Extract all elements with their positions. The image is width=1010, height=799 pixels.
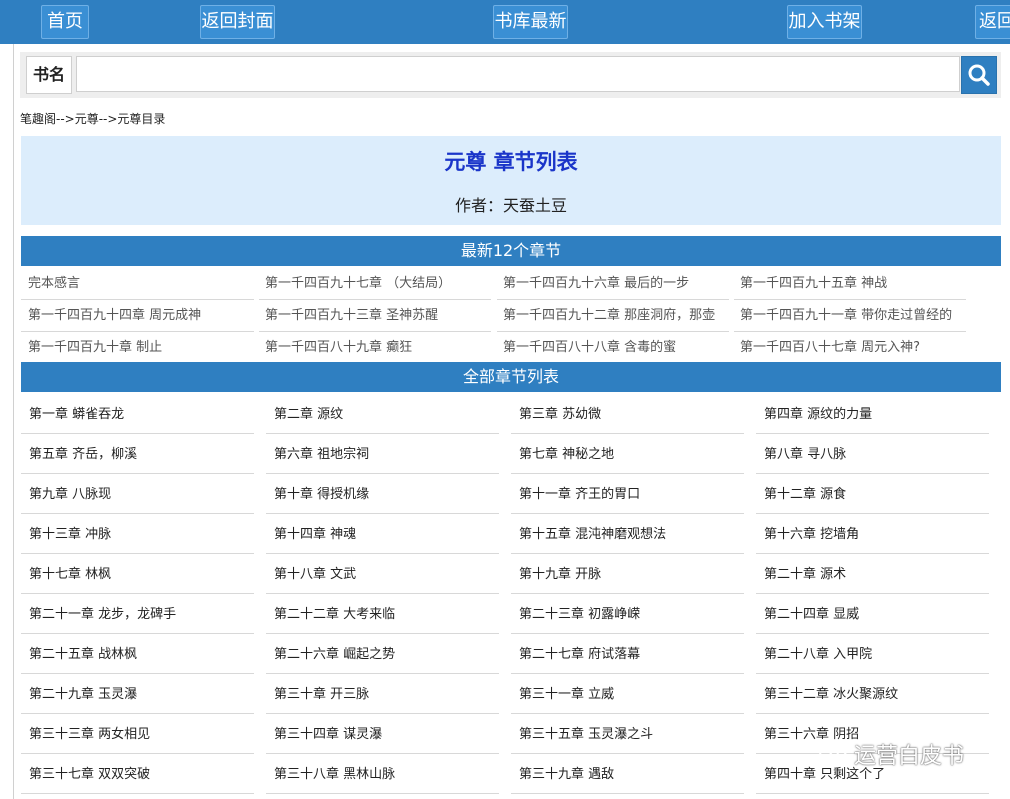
breadcrumb: 笔趣阁-->元尊-->元尊目录 — [20, 112, 166, 126]
chapter-link[interactable]: 第二十一章 龙步，龙碑手 — [21, 595, 254, 634]
chapter-link[interactable]: 第三十九章 遇敌 — [511, 755, 744, 794]
latest-chapter-link[interactable]: 第一千四百九十七章 （大结局） — [259, 268, 491, 300]
page-left-border — [13, 44, 14, 799]
chapter-link[interactable]: 第二十九章 玉灵瀑 — [21, 675, 254, 714]
chapter-link[interactable]: 第十三章 冲脉 — [21, 515, 254, 554]
chapter-link[interactable]: 第二十章 源术 — [756, 555, 989, 594]
latest-chapter-link[interactable]: 完本感言 — [21, 268, 254, 300]
watermark: 运营白皮书 — [818, 738, 964, 770]
nav-home-button[interactable]: 首页 — [41, 5, 89, 39]
latest-chapter-link[interactable]: 第一千四百九十二章 那座洞府，那壶 — [497, 300, 729, 332]
chapter-link[interactable]: 第十五章 混沌神磨观想法 — [511, 515, 744, 554]
chapter-link[interactable]: 第五章 齐岳，柳溪 — [21, 435, 254, 474]
search-button[interactable] — [961, 56, 997, 94]
chapter-link[interactable]: 第三章 苏幼微 — [511, 395, 744, 434]
chapter-link[interactable]: 第三十四章 谋灵瀑 — [266, 715, 499, 754]
latest-chapter-link[interactable]: 第一千四百九十六章 最后的一步 — [497, 268, 729, 300]
chapter-link[interactable]: 第二十六章 崛起之势 — [266, 635, 499, 674]
book-title: 元尊 章节列表 — [444, 150, 578, 174]
chapter-link[interactable]: 第二十三章 初露峥嵘 — [511, 595, 744, 634]
chapter-link[interactable]: 第十一章 齐王的胃口 — [511, 475, 744, 514]
chapter-link[interactable]: 第二十五章 战林枫 — [21, 635, 254, 674]
wechat-icon — [819, 744, 847, 763]
nav-back-button[interactable]: 返回 — [975, 5, 1010, 39]
book-author: 作者：天蚕土豆 — [454, 196, 567, 215]
chapter-link[interactable]: 第三十三章 两女相见 — [21, 715, 254, 754]
latest-chapter-link[interactable]: 第一千四百九十三章 圣神苏醒 — [259, 300, 491, 332]
chapter-link[interactable]: 第八章 寻八脉 — [756, 435, 989, 474]
latest-chapter-link[interactable]: 第一千四百八十八章 含毒的蜜 — [497, 332, 729, 364]
chapter-link[interactable]: 第二十八章 入甲院 — [756, 635, 989, 674]
latest-chapter-link[interactable]: 第一千四百八十九章 癫狂 — [259, 332, 491, 364]
chapter-link[interactable]: 第三十七章 双双突破 — [21, 755, 254, 794]
nav-back-cover-button[interactable]: 返回封面 — [200, 5, 275, 39]
chapter-link[interactable]: 第三十章 开三脉 — [266, 675, 499, 714]
chapter-link[interactable]: 第三十八章 黑林山脉 — [266, 755, 499, 794]
chapter-link[interactable]: 第二十四章 显威 — [756, 595, 989, 634]
latest-chapters-header: 最新12个章节 — [21, 236, 1001, 266]
watermark-text: 运营白皮书 — [854, 744, 965, 769]
chapter-link[interactable]: 第十六章 挖墙角 — [756, 515, 989, 554]
latest-chapter-link[interactable]: 第一千四百九十四章 周元成神 — [21, 300, 254, 332]
all-chapters-header: 全部章节列表 — [21, 362, 1001, 392]
latest-chapter-link[interactable]: 第一千四百九十章 制止 — [21, 332, 254, 364]
search-label: 书名 — [26, 56, 72, 94]
chapter-link[interactable]: 第十二章 源食 — [756, 475, 989, 514]
chapter-link[interactable]: 第十四章 神魂 — [266, 515, 499, 554]
chapter-link[interactable]: 第二章 源纹 — [266, 395, 499, 434]
search-icon — [968, 64, 990, 86]
nav-library-latest-button[interactable]: 书库最新 — [493, 5, 568, 39]
chapter-link[interactable]: 第六章 祖地宗祠 — [266, 435, 499, 474]
search-input[interactable] — [76, 56, 960, 92]
chapter-link[interactable]: 第十章 得授机缘 — [266, 475, 499, 514]
latest-chapter-link[interactable]: 第一千四百九十一章 带你走过曾经的 — [734, 300, 966, 332]
latest-chapter-link[interactable]: 第一千四百八十七章 周元入神? — [734, 332, 966, 364]
book-info-box: 元尊 章节列表 作者：天蚕土豆 — [21, 136, 1001, 225]
chapter-link[interactable]: 第二十七章 府试落幕 — [511, 635, 744, 674]
chapter-link[interactable]: 第三十二章 冰火聚源纹 — [756, 675, 989, 714]
chapter-link[interactable]: 第二十二章 大考来临 — [266, 595, 499, 634]
chapter-link[interactable]: 第十九章 开脉 — [511, 555, 744, 594]
chapter-link[interactable]: 第七章 神秘之地 — [511, 435, 744, 474]
top-nav-bar: 首页 返回封面 书库最新 加入书架 返回 — [0, 0, 1010, 44]
chapter-link[interactable]: 第三十一章 立威 — [511, 675, 744, 714]
chapter-link[interactable]: 第四章 源纹的力量 — [756, 395, 989, 434]
latest-chapter-link[interactable]: 第一千四百九十五章 神战 — [734, 268, 966, 300]
chapter-link[interactable]: 第一章 蟒雀吞龙 — [21, 395, 254, 434]
chapter-link[interactable]: 第十七章 林枫 — [21, 555, 254, 594]
chapter-link[interactable]: 第三十五章 玉灵瀑之斗 — [511, 715, 744, 754]
chapter-link[interactable]: 第九章 八脉现 — [21, 475, 254, 514]
nav-add-shelf-button[interactable]: 加入书架 — [787, 5, 862, 39]
chapter-link[interactable]: 第十八章 文武 — [266, 555, 499, 594]
search-bar: 书名 — [20, 52, 1001, 98]
